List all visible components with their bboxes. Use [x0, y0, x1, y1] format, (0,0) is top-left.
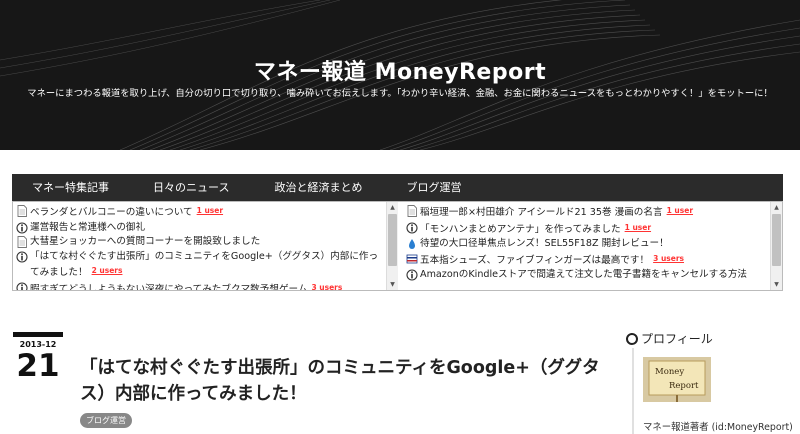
entry-title[interactable]: 「はてな村ぐぐたす出張所」のコミュニティをGoogle+（ググタス）内部に作って…: [80, 355, 600, 407]
info-icon: [16, 250, 28, 263]
feed-item-title[interactable]: 大彗星ショッカーへの質問コーナーを開設致しました: [30, 236, 260, 247]
feed-right-scrollbar[interactable]: ▲ ▼: [770, 202, 782, 290]
feed-item-title[interactable]: 稲垣理一郎×村田雄介 アイシールド21 35巻 漫画の名言: [420, 207, 663, 218]
scroll-up-arrow-icon[interactable]: ▲: [387, 202, 398, 213]
nav-item-politics-economy[interactable]: 政治と経済まとめ: [274, 174, 362, 201]
bookmark-users-count[interactable]: 3 users: [653, 254, 684, 263]
scroll-thumb[interactable]: [388, 214, 397, 266]
feed-right: 稲垣理一郎×村田雄介 アイシールド21 35巻 漫画の名言 1 user 「モンハン…: [406, 204, 766, 290]
flag-icon: [406, 253, 418, 265]
page-icon: [16, 205, 28, 217]
feed-item[interactable]: 稲垣理一郎×村田雄介 アイシールド21 35巻 漫画の名言 1 user: [406, 204, 766, 221]
feed-item-title[interactable]: AmazonのKindleストアで間違えて注文した電子書籍をキャンセルする方法: [420, 269, 747, 280]
bookmark-users-count[interactable]: 1 user: [197, 206, 223, 215]
feed-item[interactable]: ベランダとバルコニーの違いについて 1 user: [16, 204, 386, 221]
author-name[interactable]: マネー報道著者 (id:MoneyReport): [643, 419, 793, 433]
feed-item[interactable]: AmazonのKindleストアで間違えて注文した電子書籍をキャンセルする方法: [406, 268, 766, 283]
drop-icon: [406, 238, 418, 250]
feed-item[interactable]: 五本指シューズ、ファイブフィンガーズは最高です！ 3 users: [406, 252, 766, 269]
feed-item[interactable]: 運営報告と常連様への御礼: [16, 221, 386, 236]
feed-item-text[interactable]: 暇すぎてどうしようもない深夜にやってみたブクマ数予想ゲーム 3 users: [30, 281, 386, 291]
feed-item-title[interactable]: 「モンハンまとめアンテナ」を作ってみました: [420, 224, 621, 235]
scroll-thumb[interactable]: [772, 214, 781, 266]
page-icon: [16, 236, 28, 248]
scroll-down-arrow-icon[interactable]: ▼: [771, 279, 782, 290]
feed-left: ベランダとバルコニーの違いについて 1 user 運営報告と常連様への御礼大彗星ショ…: [16, 204, 386, 290]
feed-item[interactable]: 大彗星ショッカーへの質問コーナーを開設致しました: [16, 235, 386, 250]
feed-left-scrollbar[interactable]: ▲ ▼: [386, 202, 398, 290]
feed-item-title[interactable]: 「はてな村ぐぐたす出張所」のコミュニティをGoogle+（ググタス）内部に作って…: [30, 251, 378, 279]
scroll-down-arrow-icon[interactable]: ▼: [387, 279, 398, 290]
info-icon: [406, 269, 418, 281]
nav-item-daily-news[interactable]: 日々のニュース: [153, 174, 229, 201]
sidebar-divider: [632, 348, 634, 434]
date-day: 21: [16, 348, 60, 384]
info-icon: [16, 221, 28, 234]
entry-date: 2013-12 21: [13, 332, 63, 383]
site-description: マネーにまつわる報道を取り上げ、自分の切り口で切り取り、噛み砕いてお伝えします。…: [27, 88, 773, 99]
feed-item-text[interactable]: ベランダとバルコニーの違いについて 1 user: [30, 204, 386, 221]
feed-item[interactable]: 「はてな村ぐぐたす出張所」のコミュニティをGoogle+（ググタス）内部に作って…: [16, 250, 386, 281]
page: マネー報道 MoneyReport マネーにまつわる報道を取り上げ、自分の切り口…: [0, 0, 800, 434]
feed-item[interactable]: 「モンハンまとめアンテナ」を作ってみました 1 user: [406, 221, 766, 238]
avatar-text-line2: Report: [669, 381, 699, 391]
circle-icon: [626, 332, 638, 345]
bookmark-users-count[interactable]: 1 user: [625, 223, 651, 232]
feed-item-title[interactable]: 暇すぎてどうしようもない深夜にやってみたブクマ数予想ゲーム: [30, 284, 307, 291]
feed-item-text[interactable]: 運営報告と常連様への御礼: [30, 221, 386, 236]
date-bar: [13, 332, 63, 337]
feed-item-text[interactable]: 「はてな村ぐぐたす出張所」のコミュニティをGoogle+（ググタス）内部に作って…: [30, 250, 386, 281]
avatar-text-line1: Money: [655, 367, 684, 377]
profile-heading: プロフィール: [626, 330, 713, 347]
feed-item[interactable]: 待望の大口径単焦点レンズ！SEL55F18Z 開封レビュー！: [406, 237, 766, 252]
feed-item-text[interactable]: 待望の大口径単焦点レンズ！SEL55F18Z 開封レビュー！: [420, 237, 766, 252]
avatar[interactable]: Money Report: [643, 357, 711, 402]
info-icon: [406, 221, 418, 234]
page-icon: [406, 205, 418, 217]
nav-item-blog-management[interactable]: ブログ運営: [406, 174, 461, 201]
feed-item-title[interactable]: ベランダとバルコニーの違いについて: [30, 207, 193, 218]
feed-item-text[interactable]: 大彗星ショッカーへの質問コーナーを開設致しました: [30, 235, 386, 250]
category-tag[interactable]: ブログ運営: [80, 413, 132, 428]
bookmark-users-count[interactable]: 1 user: [667, 206, 693, 215]
nav-item-money-features[interactable]: マネー特集記事: [32, 174, 109, 201]
site-title[interactable]: マネー報道 MoneyReport: [0, 54, 800, 86]
bookmark-users-count[interactable]: 2 users: [92, 266, 123, 275]
info-icon: [16, 281, 28, 290]
site-header: マネー報道 MoneyReport マネーにまつわる報道を取り上げ、自分の切り口…: [0, 0, 800, 150]
feed-item-title[interactable]: 五本指シューズ、ファイブフィンガーズは最高です！: [420, 255, 649, 266]
feed-item-text[interactable]: AmazonのKindleストアで間違えて注文した電子書籍をキャンセルする方法: [420, 268, 766, 283]
recent-entries-feeds: ベランダとバルコニーの違いについて 1 user 運営報告と常連様への御礼大彗星ショ…: [12, 201, 783, 291]
bookmark-users-count[interactable]: 3 users: [311, 283, 342, 291]
avatar-sign-image: Money Report: [643, 357, 711, 402]
scroll-up-arrow-icon[interactable]: ▲: [771, 202, 782, 213]
feed-item-text[interactable]: 五本指シューズ、ファイブフィンガーズは最高です！ 3 users: [420, 252, 766, 269]
feed-item[interactable]: 暇すぎてどうしようもない深夜にやってみたブクマ数予想ゲーム 3 users: [16, 281, 386, 291]
global-nav: マネー特集記事 日々のニュース 政治と経済まとめ ブログ運営: [12, 174, 783, 201]
feed-item-text[interactable]: 「モンハンまとめアンテナ」を作ってみました 1 user: [420, 221, 766, 238]
feed-item-text[interactable]: 稲垣理一郎×村田雄介 アイシールド21 35巻 漫画の名言 1 user: [420, 204, 766, 221]
feed-item-title[interactable]: 待望の大口径単焦点レンズ！SEL55F18Z 開封レビュー！: [420, 238, 669, 249]
feed-item-title[interactable]: 運営報告と常連様への御礼: [30, 222, 145, 233]
profile-heading-label: プロフィール: [641, 332, 713, 346]
